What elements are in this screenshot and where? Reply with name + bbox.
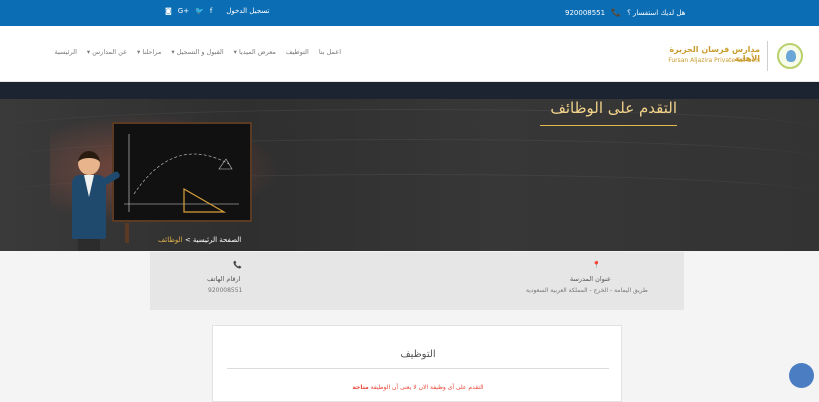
phone-value[interactable]: 920008551 xyxy=(208,287,242,294)
contact-info-strip: 📍 عنوان المدرسة طريق اليمامة - الخرج - ا… xyxy=(150,252,684,310)
nav-about[interactable]: عن المدارس ▾ xyxy=(87,48,127,56)
phone-icon: 📞 xyxy=(233,261,242,269)
phone-icon: 📞 xyxy=(611,8,622,17)
floating-action-button[interactable] xyxy=(789,363,814,388)
breadcrumb-home[interactable]: الصفحة الرئيسية xyxy=(193,236,241,244)
teacher-legs xyxy=(78,237,100,251)
logo-divider xyxy=(767,41,768,71)
location-pin-icon: 📍 xyxy=(592,261,601,269)
question-text: هل لديك استفسار ؟ xyxy=(627,8,686,17)
nav-stages[interactable]: مراحلنا ▾ xyxy=(137,48,161,56)
register-link[interactable]: تسجيل الدخول xyxy=(226,7,269,15)
address-label: عنوان المدرسة xyxy=(570,275,611,283)
page-title: التقدم على الوظائف xyxy=(550,99,677,117)
school-logo-icon[interactable] xyxy=(777,43,803,69)
address-value: طريق اليمامة - الخرج - المملكة العربية ا… xyxy=(526,287,648,294)
jobs-card-title: التوظيف xyxy=(400,349,436,360)
brand-title-en[interactable]: Fursan Aljazira Private Schools xyxy=(650,57,760,64)
jobs-card: التوظيف التقدم على أى وظيفة الان لا يعنى… xyxy=(212,325,622,402)
chalkboard-illustration xyxy=(112,122,252,222)
breadcrumb-current: الوظائف xyxy=(158,236,183,244)
social-links: ◙ G+ 🐦 f تسجيل الدخول xyxy=(165,7,269,15)
note-strong: متاحة xyxy=(352,384,369,391)
nav-media[interactable]: معرض الميديا ▾ xyxy=(234,48,276,56)
twitter-icon[interactable]: 🐦 xyxy=(195,7,204,15)
hero-top-strip xyxy=(0,82,819,99)
jobs-card-note: التقدم على أى وظيفة الان لا يعنى أن الوظ… xyxy=(213,384,623,391)
breadcrumb-separator: > xyxy=(182,236,193,244)
facebook-icon[interactable]: f xyxy=(210,7,212,15)
contact-question: هل لديك استفسار ؟ 📞 920008551 xyxy=(565,8,685,17)
nav-home[interactable]: الرئيسية xyxy=(55,48,77,56)
title-underline xyxy=(540,125,677,126)
teacher-head xyxy=(78,151,100,175)
nav-work-with-us[interactable]: اعمل بنا xyxy=(319,48,341,56)
nav-admission[interactable]: القبول و التسجيل ▾ xyxy=(171,48,223,56)
chalkboard-drawing xyxy=(124,134,239,213)
top-bar: هل لديك استفسار ؟ 📞 920008551 ◙ G+ 🐦 f ت… xyxy=(0,0,819,26)
jobs-card-divider xyxy=(227,368,609,369)
note-text: التقدم على أى وظيفة الان لا يعنى أن الوظ… xyxy=(368,384,484,391)
main-nav: الرئيسية عن المدارس ▾ مراحلنا ▾ القبول و… xyxy=(55,48,341,56)
hero-banner: التقدم على الوظائف الصفحة الرئيسية > الو… xyxy=(0,99,819,251)
google-plus-icon[interactable]: G+ xyxy=(178,7,189,15)
instagram-icon[interactable]: ◙ xyxy=(165,7,172,15)
nav-jobs[interactable]: التوظيف xyxy=(286,48,309,56)
breadcrumb: الصفحة الرئيسية > الوظائف xyxy=(158,236,241,244)
topbar-phone[interactable]: 920008551 xyxy=(565,9,605,17)
phone-label: ارقام الهاتف xyxy=(207,275,241,283)
chalkboard-stand xyxy=(125,223,129,243)
